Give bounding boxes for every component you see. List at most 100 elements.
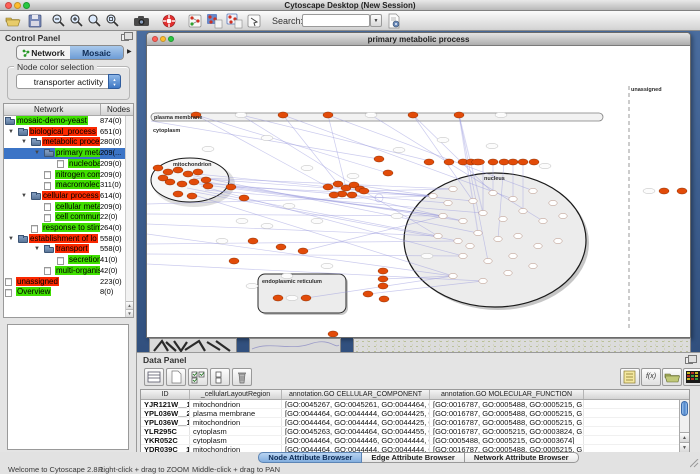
page-icon [57,257,64,265]
page-icon [5,289,12,297]
tree-col-nodes[interactable]: Nodes [107,105,130,114]
network-view-frame[interactable]: primary metabolic process [146,32,691,338]
data-panel: Data Panel f(x) ID _cellularLayoutRegion… [137,352,700,452]
table-header[interactable]: ID _cellularLayoutRegion annotation.GO C… [141,390,689,400]
search-config-icon[interactable] [386,13,402,29]
col-id[interactable]: ID [141,390,190,399]
heatmap-icon[interactable] [683,368,700,386]
tree-row[interactable]: Overview8(0) [4,287,127,298]
network-ontology-icon[interactable] [226,13,242,29]
search-dropdown-icon[interactable]: ▼ [370,14,382,27]
tree-row[interactable]: nitrogen compo209(0) [4,170,127,181]
tree-row[interactable]: secretion41(0) [4,255,127,266]
expander-icon[interactable]: ▼ [8,129,14,135]
unassigned-label: unassigned [631,87,662,93]
tree-row[interactable]: ▼establishment of lo558(0) [4,234,127,245]
tree-col-network[interactable]: Network [34,105,63,114]
import-attributes-icon[interactable] [662,368,682,386]
tree-row[interactable]: ▼transport558(0) [4,244,127,255]
tree-row[interactable]: mosaic-demo-yeast874(0) [4,116,127,127]
expander-icon[interactable]: ▼ [21,139,27,145]
tree-row-selected[interactable]: ▼primary metabo209(... [4,148,127,159]
network-annotation-icon[interactable] [206,13,222,29]
scrollbar-thumb[interactable] [681,401,688,416]
resize-grip-icon[interactable] [690,455,699,473]
float-panel-icon[interactable] [121,34,129,41]
col-go-cellular-component[interactable]: annotation.GO CELLULAR_COMPONENT [282,390,430,399]
table-row[interactable]: YLR295Ccytoplasm[GO:0045263, GO:0044464,… [141,427,689,436]
col-cellular-layout-region[interactable]: _cellularLayoutRegion [190,390,282,399]
tree-row[interactable]: nucleobase-209(0) [4,159,127,170]
birdseye-view[interactable] [7,324,129,450]
tab-network-attribute-browser[interactable]: Network Attribute Browser [465,452,579,463]
vizmapper-icon[interactable] [246,13,262,29]
expander-icon[interactable]: ▼ [8,236,14,242]
tabs-overflow-icon[interactable]: ▶ [127,48,132,55]
zoom-out-icon[interactable] [51,13,67,29]
zoom-selected-icon[interactable] [87,13,103,29]
formula-fx-icon[interactable]: f(x) [641,368,661,386]
new-attribute-icon[interactable] [166,368,186,386]
tree-scrollbar[interactable]: ▲ ▼ [125,116,133,317]
unselect-attributes-icon[interactable] [210,368,230,386]
scroll-up-icon[interactable]: ▲ [680,432,689,442]
tree-row[interactable]: cellular metabo209(0) [4,202,127,213]
tab-edge-attribute-browser[interactable]: Edge Attribute Browser [362,452,464,463]
open-session-icon[interactable] [5,13,21,29]
tree-row[interactable]: macromolecule311(0) [4,180,127,191]
attribute-table-icon[interactable] [144,368,164,386]
tab-node-attribute-browser[interactable]: Node Attribute Browser [258,452,362,463]
delete-attribute-icon[interactable] [232,368,252,386]
page-icon [44,214,51,222]
network-frame-titlebar[interactable]: primary metabolic process [147,33,690,46]
tree-row[interactable]: cell communicat22(0) [4,212,127,223]
attribute-notes-icon[interactable] [620,368,640,386]
status-bar: Welcome to Cytoscape 2.8.1 Right-click +… [0,464,700,474]
expander-icon[interactable]: ▼ [34,246,40,252]
endoplasmic-reticulum-label: endoplasmic reticulum [262,279,322,285]
snapshot-camera-icon[interactable] [133,13,149,29]
search-label: Search: [272,16,303,26]
node-color-dropdown[interactable]: transporter activity ▲▼ [16,74,121,89]
tree-row[interactable]: response to stimulu264(0) [4,223,127,234]
background-frame[interactable] [149,338,237,352]
background-frame[interactable] [353,338,691,352]
expander-icon[interactable]: ▼ [21,193,27,199]
scroll-down-icon[interactable]: ▼ [680,442,689,452]
cytoplasm-label: cytoplasm [153,128,180,134]
float-panel-icon[interactable] [685,357,693,364]
tab-network[interactable]: Network [17,46,70,59]
zoom-in-icon[interactable] [69,13,85,29]
help-lifering-icon[interactable] [161,13,177,29]
save-session-icon[interactable] [27,13,43,29]
search-input[interactable] [302,14,370,27]
dropdown-stepper-icon[interactable]: ▲▼ [108,74,121,89]
expander-icon[interactable]: ▼ [34,150,40,156]
col-go-molecular-function[interactable]: annotation.GO MOLECULAR_FUNCTION [430,390,584,399]
tree-row[interactable]: unassigned223(0) [4,277,127,288]
tab-mosaic[interactable]: Mosaic [70,46,123,59]
select-attributes-icon[interactable] [188,368,208,386]
tree-row[interactable]: ▼metabolic process280(0) [4,137,127,148]
background-frame[interactable] [249,338,341,352]
attribute-browser-tabs: Node Attribute Browser Edge Attribute Br… [0,452,700,464]
tree-row[interactable]: multi-organism pro42(0) [4,266,127,277]
table-scrollbar[interactable]: ▲ ▼ [679,400,689,452]
window-titlebar[interactable]: Cytoscape Desktop (New Session) [0,0,700,11]
table-row[interactable]: YKR052Ccytoplasm[GO:0044464, GO:0044446,… [141,436,689,445]
page-icon [57,160,64,168]
table-row[interactable]: YJR121W__1mitochondrion[GO:0045267, GO:0… [141,400,689,409]
network-canvas[interactable]: plasma membrane cytoplasm mitochondrion … [147,46,690,337]
scroll-up-icon[interactable]: ▲ [126,301,133,309]
folder-icon [18,236,28,243]
network-import-icon[interactable] [187,13,203,29]
scroll-down-icon[interactable]: ▼ [126,309,133,317]
folder-icon [31,140,41,147]
tree-row[interactable]: ▼cellular process614(0) [4,191,127,202]
table-row[interactable]: YPL036W__1mitochondrion[GO:0044464, GO:0… [141,418,689,427]
tree-header[interactable]: Network Nodes [4,104,133,116]
main-toolbar: Search: ▼ [0,11,700,31]
zoom-fit-icon[interactable] [105,13,121,29]
table-row[interactable]: YPL036W__2plasma membrane[GO:0044464, GO… [141,409,689,418]
tree-row[interactable]: ▼biological_process651(0) [4,127,127,138]
